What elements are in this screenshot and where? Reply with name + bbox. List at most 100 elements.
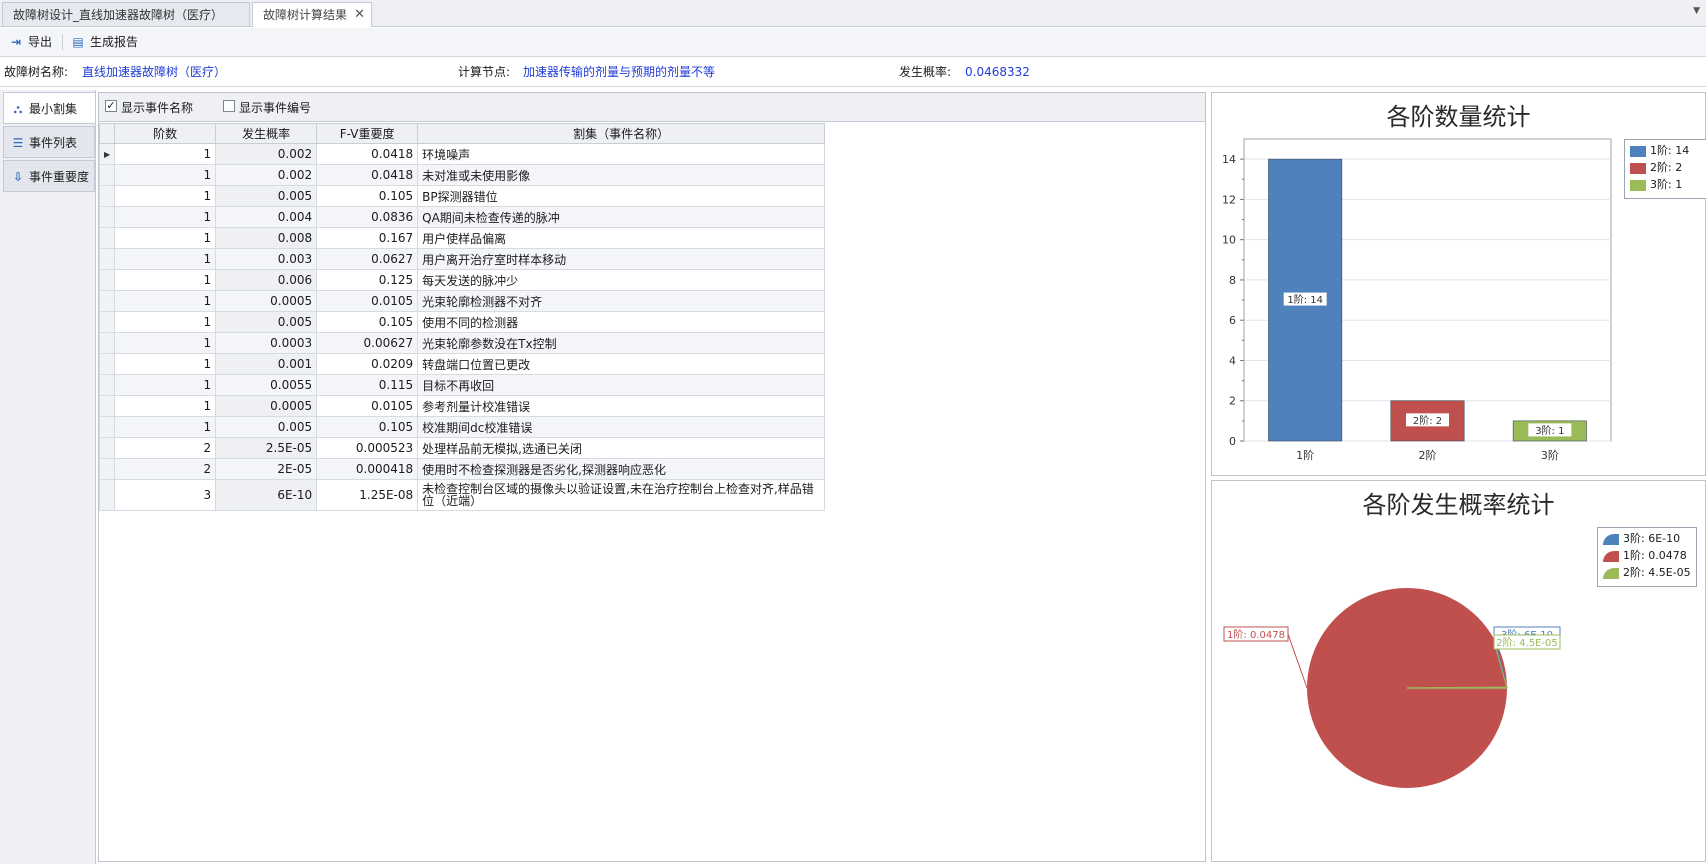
cell-probability[interactable]: 0.0003 [215,332,318,354]
table-row[interactable]: 1 0.006 0.125 每天发送的脉冲少 [98,269,826,291]
cell-cut-set[interactable]: 环境噪声 [417,143,826,165]
generate-report-button[interactable]: ▤ 生成报告 [70,32,138,52]
cell-order[interactable]: 1 [114,374,217,396]
row-indicator[interactable] [98,164,116,186]
cell-cut-set[interactable]: 参考剂量计校准错误 [417,395,826,417]
row-indicator[interactable] [98,479,116,511]
column-header-cut-set[interactable]: 割集（事件名称） [417,123,826,144]
row-indicator[interactable] [98,353,116,375]
cell-cut-set[interactable]: 处理样品前无模拟,选通已关闭 [417,437,826,459]
cell-fv-importance[interactable]: 1.25E-08 [316,479,419,511]
cell-fv-importance[interactable]: 0.000418 [316,458,419,480]
column-header-order[interactable]: 阶数 [114,123,217,144]
table-row[interactable]: 1 0.0005 0.0105 光束轮廓检测器不对齐 [98,290,826,312]
cell-order[interactable]: 3 [114,479,217,511]
row-indicator[interactable] [98,185,116,207]
cell-order[interactable]: 1 [114,332,217,354]
row-indicator[interactable] [98,227,116,249]
tab-minimal-cut-sets[interactable]: ⛬ 最小割集 [3,92,95,124]
table-row[interactable]: 2 2E-05 0.000418 使用时不检查探测器是否劣化,探测器响应恶化 [98,458,826,480]
chevron-down-icon[interactable]: ▼ [1693,6,1700,16]
cell-probability[interactable]: 6E-10 [215,479,318,511]
show-id-checkbox[interactable] [223,100,235,112]
cell-probability[interactable]: 0.003 [215,248,318,270]
cell-probability[interactable]: 0.008 [215,227,318,249]
cell-order[interactable]: 1 [114,353,217,375]
cell-cut-set[interactable]: QA期间未检查传递的脉冲 [417,206,826,228]
tab-event-importance[interactable]: ⇩ 事件重要度 [3,160,95,192]
cell-fv-importance[interactable]: 0.0105 [316,395,419,417]
row-indicator[interactable] [98,458,116,480]
cell-fv-importance[interactable]: 0.0627 [316,248,419,270]
cell-probability[interactable]: 0.002 [215,143,318,165]
cell-order[interactable]: 1 [114,269,217,291]
row-indicator[interactable] [98,332,116,354]
tab-fault-tree-design[interactable]: 故障树设计_直线加速器故障树（医疗） [2,2,250,26]
tab-calculation-results[interactable]: 故障树计算结果 ✕ [252,2,372,27]
table-row[interactable]: 1 0.001 0.0209 转盘端口位置已更改 [98,353,826,375]
row-indicator[interactable] [98,206,116,228]
cell-order[interactable]: 1 [114,290,217,312]
row-indicator[interactable] [98,290,116,312]
cell-cut-set[interactable]: 每天发送的脉冲少 [417,269,826,291]
cell-fv-importance[interactable]: 0.105 [316,185,419,207]
cell-cut-set[interactable]: 用户使样品偏离 [417,227,826,249]
cell-cut-set[interactable]: 校准期间dc校准错误 [417,416,826,438]
table-row[interactable]: 1 0.002 0.0418 未对准或未使用影像 [98,164,826,186]
row-indicator[interactable] [98,248,116,270]
table-row[interactable]: 3 6E-10 1.25E-08 未检查控制台区域的摄像头以验证设置,未在治疗控制台上… [98,479,826,511]
cell-probability[interactable]: 0.005 [215,311,318,333]
cell-cut-set[interactable]: 目标不再收回 [417,374,826,396]
cell-cut-set[interactable]: 使用不同的检测器 [417,311,826,333]
cell-fv-importance[interactable]: 0.0418 [316,164,419,186]
cell-probability[interactable]: 0.005 [215,416,318,438]
row-indicator[interactable] [98,269,116,291]
row-indicator[interactable]: ▶ [98,143,116,165]
table-row[interactable]: 1 0.005 0.105 校准期间dc校准错误 [98,416,826,438]
cell-cut-set[interactable]: 未对准或未使用影像 [417,164,826,186]
cell-fv-importance[interactable]: 0.0418 [316,143,419,165]
cell-probability[interactable]: 2E-05 [215,458,318,480]
cell-cut-set[interactable]: BP探测器错位 [417,185,826,207]
row-indicator[interactable] [98,374,116,396]
cell-fv-importance[interactable]: 0.105 [316,416,419,438]
cell-fv-importance[interactable]: 0.000523 [316,437,419,459]
table-row[interactable]: 1 0.0005 0.0105 参考剂量计校准错误 [98,395,826,417]
table-row[interactable]: 1 0.008 0.167 用户使样品偏离 [98,227,826,249]
cell-cut-set[interactable]: 光束轮廓参数没在Tx控制 [417,332,826,354]
cell-order[interactable]: 1 [114,416,217,438]
cell-probability[interactable]: 0.004 [215,206,318,228]
cell-fv-importance[interactable]: 0.0836 [316,206,419,228]
cell-order[interactable]: 1 [114,206,217,228]
cell-fv-importance[interactable]: 0.115 [316,374,419,396]
cell-order[interactable]: 1 [114,395,217,417]
export-button[interactable]: ⇥ 导出 [8,32,52,52]
cell-cut-set[interactable]: 使用时不检查探测器是否劣化,探测器响应恶化 [417,458,826,480]
cell-order[interactable]: 1 [114,143,217,165]
cell-order[interactable]: 2 [114,437,217,459]
cell-order[interactable]: 1 [114,311,217,333]
table-row[interactable]: 1 0.005 0.105 BP探测器错位 [98,185,826,207]
cell-probability[interactable]: 0.0005 [215,395,318,417]
cell-probability[interactable]: 0.002 [215,164,318,186]
table-row[interactable]: 1 0.005 0.105 使用不同的检测器 [98,311,826,333]
cell-fv-importance[interactable]: 0.167 [316,227,419,249]
cell-cut-set[interactable]: 未检查控制台区域的摄像头以验证设置,未在治疗控制台上检查对齐,样品错位（近端） [417,479,826,511]
cell-probability[interactable]: 0.006 [215,269,318,291]
row-indicator[interactable] [98,311,116,333]
table-row[interactable]: 1 0.004 0.0836 QA期间未检查传递的脉冲 [98,206,826,228]
table-row[interactable]: ▶ 1 0.002 0.0418 环境噪声 [98,143,826,165]
table-row[interactable]: 1 0.003 0.0627 用户离开治疗室时样本移动 [98,248,826,270]
cell-fv-importance[interactable]: 0.00627 [316,332,419,354]
tab-event-list[interactable]: ☰ 事件列表 [3,126,95,158]
cell-probability[interactable]: 0.005 [215,185,318,207]
column-header-probability[interactable]: 发生概率 [215,123,318,144]
cell-cut-set[interactable]: 用户离开治疗室时样本移动 [417,248,826,270]
column-header-fv-importance[interactable]: F-V重要度 [316,123,419,144]
table-row[interactable]: 2 2.5E-05 0.000523 处理样品前无模拟,选通已关闭 [98,437,826,459]
cell-order[interactable]: 1 [114,248,217,270]
cell-fv-importance[interactable]: 0.105 [316,311,419,333]
show-name-checkbox[interactable]: ✓ [105,100,117,112]
cell-fv-importance[interactable]: 0.125 [316,269,419,291]
cell-probability[interactable]: 0.0005 [215,290,318,312]
